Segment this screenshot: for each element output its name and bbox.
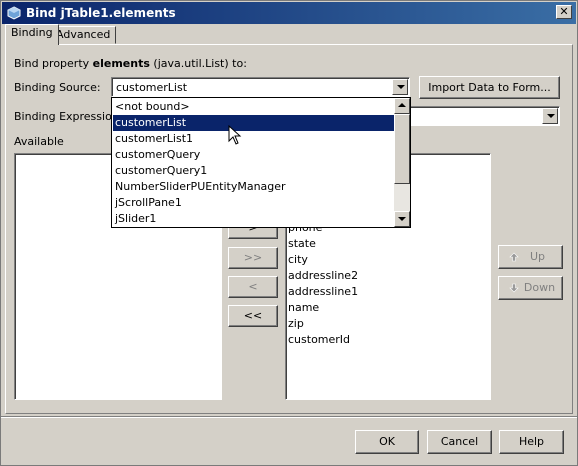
arrow-up-icon: [509, 252, 519, 262]
footer-separator: [1, 416, 577, 418]
chevron-down-icon: [547, 114, 555, 118]
dropdown-item-jslider1[interactable]: jSlider1: [113, 211, 395, 227]
move-down-button[interactable]: Down: [498, 276, 563, 300]
scroll-down-button[interactable]: [394, 211, 410, 227]
dropdown-item-entitymanager[interactable]: NumberSliderPUEntityManager: [113, 179, 395, 195]
ok-button[interactable]: OK: [355, 430, 419, 454]
close-icon: ✕: [559, 5, 569, 18]
chevron-up-icon: [398, 103, 406, 107]
list-item[interactable]: customerId: [288, 332, 350, 348]
tab-advanced-label: Advanced: [56, 28, 111, 41]
window-title: Bind jTable1.elements: [26, 6, 176, 20]
remove-all-button-label: <<: [243, 309, 263, 322]
list-item[interactable]: state: [288, 236, 316, 252]
dropdown-item-customerlist[interactable]: customerList: [113, 115, 395, 131]
binding-expression-dropdown-button[interactable]: [542, 108, 558, 124]
binding-source-label: Binding Source:: [14, 81, 101, 94]
close-button[interactable]: ✕: [556, 5, 572, 19]
list-item[interactable]: addressline2: [288, 268, 358, 284]
scroll-up-button[interactable]: [394, 98, 410, 114]
cancel-button-label: Cancel: [440, 435, 479, 448]
dropdown-item-customerlist1[interactable]: customerList1: [113, 131, 395, 147]
binding-description: Bind property elements (java.util.List) …: [14, 57, 247, 70]
add-all-button-label: >>: [243, 251, 263, 264]
app-icon: [7, 6, 21, 20]
import-data-label: Import Data to Form...: [428, 81, 551, 94]
chevron-down-icon: [398, 217, 406, 221]
description-suffix: (java.util.List) to:: [149, 57, 247, 70]
move-up-button[interactable]: Up: [498, 245, 563, 269]
binding-source-dropdown-button[interactable]: [392, 79, 408, 95]
add-all-button[interactable]: >>: [228, 247, 278, 269]
dropdown-item-jscrollpane1[interactable]: jScrollPane1: [113, 195, 395, 211]
binding-source-combo[interactable]: customerList: [111, 77, 410, 97]
tab-advanced[interactable]: Advanced: [50, 26, 117, 44]
move-up-label: Up: [529, 250, 546, 263]
remove-button-label: <: [248, 280, 258, 293]
property-name: elements: [92, 57, 150, 70]
chevron-down-icon: [397, 85, 405, 89]
help-button-label: Help: [518, 435, 545, 448]
cancel-button[interactable]: Cancel: [427, 430, 492, 454]
import-data-button[interactable]: Import Data to Form...: [419, 76, 560, 99]
binding-source-value: customerList: [116, 81, 188, 94]
ok-button-label: OK: [379, 435, 395, 448]
tab-binding[interactable]: Binding: [5, 24, 59, 45]
dropdown-scrollbar[interactable]: [394, 98, 410, 227]
list-item[interactable]: zip: [288, 316, 304, 332]
mouse-cursor-icon: [228, 125, 242, 145]
description-prefix: Bind property: [14, 57, 93, 70]
scroll-thumb[interactable]: [394, 114, 410, 184]
help-button[interactable]: Help: [499, 430, 564, 454]
binding-expression-label: Binding Expression:: [14, 110, 123, 123]
available-label: Available: [14, 135, 64, 148]
bind-dialog: Bind jTable1.elements ✕ Binding Advanced…: [0, 0, 578, 466]
list-item[interactable]: addressline1: [288, 284, 358, 300]
list-item[interactable]: city: [288, 252, 308, 268]
arrow-down-icon: [509, 283, 519, 293]
remove-all-button[interactable]: <<: [228, 305, 278, 327]
dropdown-item-not-bound[interactable]: <not bound>: [113, 99, 395, 115]
remove-button[interactable]: <: [228, 276, 278, 298]
binding-source-dropdown-list[interactable]: <not bound> customerList customerList1 c…: [111, 97, 411, 228]
title-bar[interactable]: Bind jTable1.elements ✕: [2, 2, 576, 24]
tab-binding-label: Binding: [11, 26, 53, 39]
dropdown-item-customerquery[interactable]: customerQuery: [113, 147, 395, 163]
dropdown-item-customerquery1[interactable]: customerQuery1: [113, 163, 395, 179]
list-item[interactable]: name: [288, 300, 319, 316]
